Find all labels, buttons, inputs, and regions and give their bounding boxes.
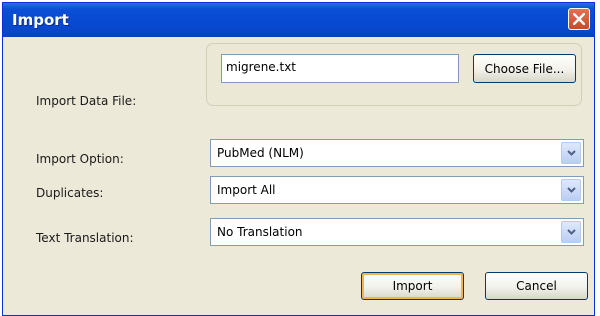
cancel-button[interactable]: Cancel xyxy=(485,272,588,300)
import-data-file-label: Import Data File: xyxy=(36,94,137,108)
close-button[interactable] xyxy=(568,8,590,30)
text-translation-label: Text Translation: xyxy=(36,231,134,245)
title-bar[interactable]: Import xyxy=(3,3,594,37)
import-button[interactable]: Import xyxy=(361,272,464,300)
import-option-select[interactable]: PubMed (NLM) xyxy=(210,139,584,167)
chevron-down-icon xyxy=(567,187,576,193)
choose-file-button[interactable]: Choose File... xyxy=(473,54,576,83)
duplicates-value: Import All xyxy=(217,183,276,197)
duplicates-dropdown-button[interactable] xyxy=(561,179,581,201)
import-option-value: PubMed (NLM) xyxy=(217,146,304,160)
chevron-down-icon xyxy=(567,229,576,235)
duplicates-label: Duplicates: xyxy=(36,186,104,200)
close-icon xyxy=(573,13,585,25)
chevron-down-icon xyxy=(567,150,576,156)
text-translation-dropdown-button[interactable] xyxy=(561,221,581,243)
import-option-dropdown-button[interactable] xyxy=(561,142,581,164)
window-title: Import xyxy=(12,11,69,29)
import-file-input[interactable]: migrene.txt xyxy=(221,54,459,83)
import-option-label: Import Option: xyxy=(36,152,124,166)
text-translation-value: No Translation xyxy=(217,225,303,239)
duplicates-select[interactable]: Import All xyxy=(210,176,584,204)
text-translation-select[interactable]: No Translation xyxy=(210,218,584,246)
import-dialog: Import Import Data File: migrene.txt Cho… xyxy=(2,2,595,316)
